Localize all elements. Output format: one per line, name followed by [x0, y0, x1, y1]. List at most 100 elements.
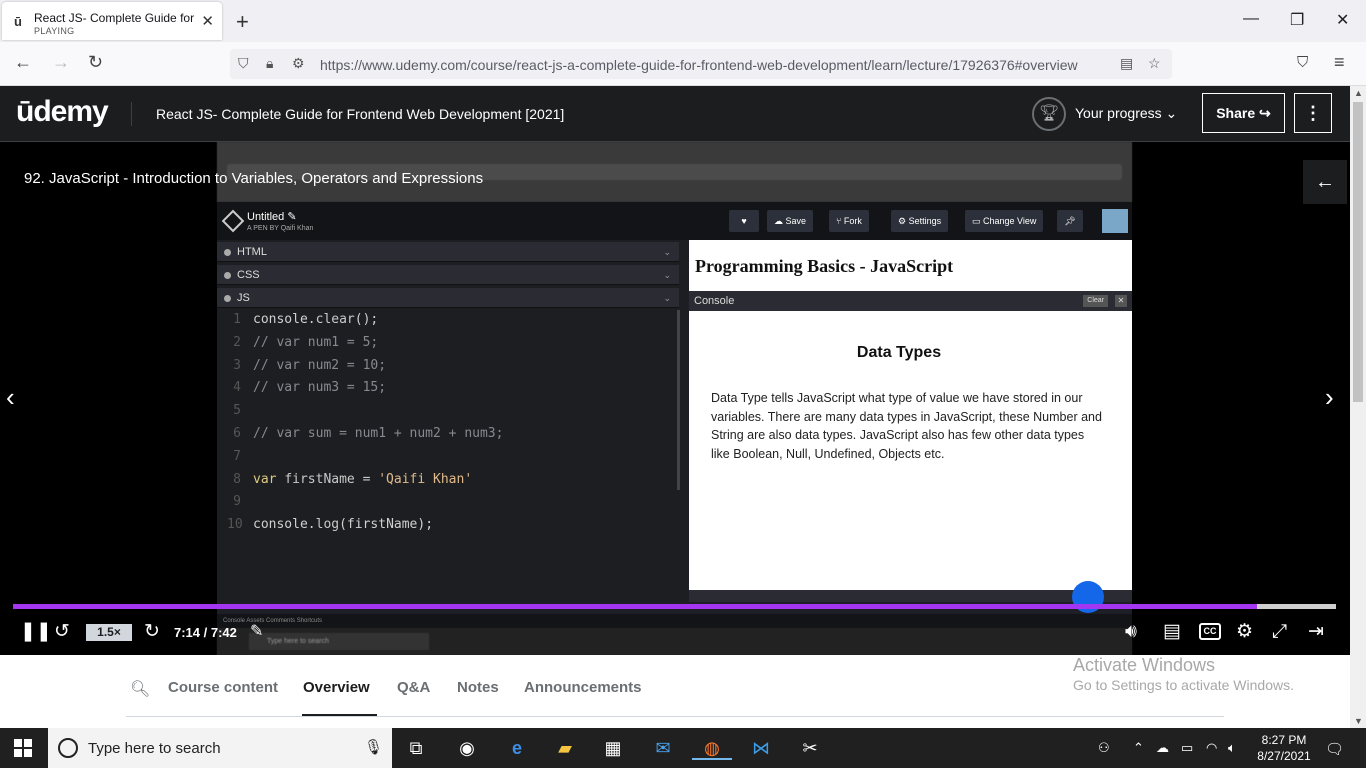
scroll-up-icon[interactable]: ▲ [1354, 88, 1363, 98]
trophy-icon[interactable]: 🏆︎ [1032, 97, 1066, 131]
chevron-down-icon: ⌄ [663, 270, 671, 280]
tab-close-icon[interactable]: ✕ [201, 12, 214, 30]
chrome-icon[interactable]: ◉ [455, 736, 479, 760]
line-number: 1 [233, 312, 241, 327]
course-title[interactable]: React JS- Complete Guide for Frontend We… [156, 106, 564, 122]
playback-time: 7:14 / 7:42 [174, 625, 237, 640]
line-number: 3 [233, 357, 241, 373]
udemy-logo[interactable]: ūdemy [16, 95, 109, 129]
theater-mode-icon[interactable]: ⇥ [1308, 621, 1324, 643]
fork-button: ⑂ Fork [829, 210, 869, 232]
share-button[interactable]: Share ↪ [1202, 93, 1285, 133]
task-view-icon[interactable]: ⧉ [404, 736, 428, 760]
edge-icon[interactable]: e [505, 736, 529, 760]
code-text: var firstName = 'Qaifi Khan' [253, 471, 473, 487]
permissions-icon[interactable]: ⚙ [292, 55, 305, 72]
transcript-icon[interactable]: ▤ [1163, 621, 1181, 643]
console-clear-button: Clear [1083, 295, 1108, 307]
app-menu-icon[interactable]: ≡ [1334, 52, 1345, 73]
pen-author: A PEN BY Qaifi Khan [247, 225, 314, 232]
editor-scrollbar [677, 310, 680, 490]
chevron-down-icon: ⌄ [1165, 105, 1178, 121]
data-types-text: Data Type tells JavaScript what type of … [711, 391, 1102, 461]
change-view-button: ▭ Change View [965, 210, 1044, 232]
reload-icon[interactable]: ↻ [88, 52, 103, 73]
window-close-icon[interactable]: ✕ [1336, 10, 1349, 30]
pocket-icon[interactable]: ⛉ [1297, 54, 1308, 71]
more-options-button[interactable]: ⋮ [1294, 93, 1332, 133]
shield-icon[interactable]: ⛉ [238, 55, 249, 72]
tab-announcements[interactable]: Announcements [524, 679, 642, 696]
previous-lecture-icon[interactable]: ‹ [6, 382, 15, 413]
snipping-tool-icon[interactable]: ✂ [798, 736, 822, 760]
tab-qa[interactable]: Q&A [397, 679, 430, 696]
search-icon[interactable]: 🔍︎ [130, 679, 150, 699]
file-explorer-icon[interactable]: ▰ [553, 736, 577, 760]
onedrive-icon[interactable]: ☁ [1156, 740, 1169, 756]
pause-icon[interactable]: ❚❚ [20, 621, 52, 643]
taskbar-search-placeholder: Type here to search [88, 740, 221, 757]
battery-icon[interactable]: ▭ [1181, 740, 1193, 756]
page-scrollbar[interactable]: ▲ ▼ [1350, 86, 1366, 728]
forward-icon[interactable]: → [52, 52, 70, 73]
taskbar-search-box[interactable]: Type here to search 🎙︎ [48, 728, 392, 768]
new-tab-icon[interactable]: + [236, 9, 249, 35]
settings-gear-icon[interactable]: ⚙ [1236, 621, 1253, 643]
url-host: https://www.udemy.com [320, 57, 467, 73]
windows-taskbar: Type here to search 🎙︎ ⧉ ◉ e ▰ ▦ ✉ ◍ ⋈ ✂… [0, 728, 1366, 768]
playback-speed-button[interactable]: 1.5× [86, 624, 132, 641]
tab-overview[interactable]: Overview [303, 679, 370, 696]
vscode-icon[interactable]: ⋈ [749, 736, 773, 760]
mail-icon[interactable]: ✉ [651, 736, 675, 760]
tab-course-content[interactable]: Course content [168, 679, 278, 696]
seek-bar-progress [13, 604, 1257, 609]
scroll-down-icon[interactable]: ▼ [1354, 716, 1363, 726]
browser-navbar: ← → ↻ ⛉ 🔒︎ ⚙ https://www.udemy.com/cours… [0, 42, 1366, 86]
system-clock[interactable]: 8:27 PM 8/27/2021 [1254, 732, 1314, 764]
rewind-icon[interactable]: ↺ [54, 621, 70, 643]
wifi-icon[interactable]: ◠ [1206, 740, 1217, 756]
add-note-icon[interactable]: ✎ [250, 621, 263, 643]
codepen-header: Untitled ✎ A PEN BY Qaifi Khan ♥ ☁ Save … [217, 202, 1132, 240]
windows-start-icon[interactable] [14, 739, 32, 757]
bookmark-star-icon[interactable]: ☆ [1148, 55, 1161, 72]
people-icon[interactable]: ⚇ [1098, 740, 1110, 756]
url-text[interactable]: https://www.udemy.com/course/react-js-a-… [320, 57, 1078, 73]
expand-sidebar-button[interactable]: ← [1303, 160, 1347, 204]
microphone-icon[interactable]: 🎙︎ [364, 738, 383, 756]
forward-icon[interactable]: ↻ [144, 621, 160, 643]
active-tab-underline [302, 714, 377, 716]
fullscreen-icon[interactable]: ⤢ [1272, 621, 1287, 643]
tab-notes[interactable]: Notes [457, 679, 499, 696]
js-pane-header: JS ⌄ [217, 288, 679, 308]
firefox-icon[interactable]: ◍ [692, 736, 732, 760]
chevron-down-icon: ⌄ [663, 293, 671, 303]
volume-tray-icon[interactable]: 🔈︎ [1228, 740, 1236, 756]
content-tabs: 🔍︎ Course content Overview Q&A Notes Ann… [126, 655, 1224, 717]
restore-icon[interactable]: ❐ [1290, 10, 1304, 30]
line-number: 8 [233, 471, 241, 487]
tray-chevron-up-icon[interactable]: ⌃ [1133, 740, 1144, 756]
your-progress-dropdown[interactable]: Your progress ⌄ [1075, 105, 1177, 122]
udemy-favicon-icon: ū [14, 14, 22, 29]
captions-button[interactable]: CC [1199, 623, 1221, 640]
back-icon[interactable]: ← [14, 52, 32, 73]
preview-title: Programming Basics - JavaScript [695, 256, 954, 276]
store-icon[interactable]: ▦ [601, 736, 625, 760]
browser-tab[interactable]: ū React JS- Complete Guide for Fr PLAYIN… [2, 2, 222, 40]
scroll-thumb[interactable] [1353, 102, 1363, 402]
reader-view-icon[interactable]: ▤ [1120, 55, 1133, 72]
arrow-left-icon: ← [1315, 171, 1335, 193]
tab-status: PLAYING [34, 26, 75, 36]
notification-icon[interactable]: 🗨︎ [1325, 740, 1344, 758]
minimize-icon[interactable]: — [1243, 10, 1259, 28]
volume-icon[interactable]: 🔊︎ [1125, 621, 1137, 643]
code-text: console.clear(); [253, 312, 379, 327]
line-number: 2 [233, 334, 241, 350]
video-player[interactable]: Untitled ✎ A PEN BY Qaifi Khan ♥ ☁ Save … [0, 142, 1350, 655]
seek-bar[interactable] [13, 604, 1336, 609]
pin-icon: 📌︎ [1057, 210, 1083, 232]
url-bar[interactable]: ⛉ 🔒︎ ⚙ https://www.udemy.com/course/reac… [230, 49, 1172, 79]
next-lecture-icon[interactable]: › [1325, 382, 1334, 413]
lock-icon[interactable]: 🔒︎ [266, 55, 273, 72]
